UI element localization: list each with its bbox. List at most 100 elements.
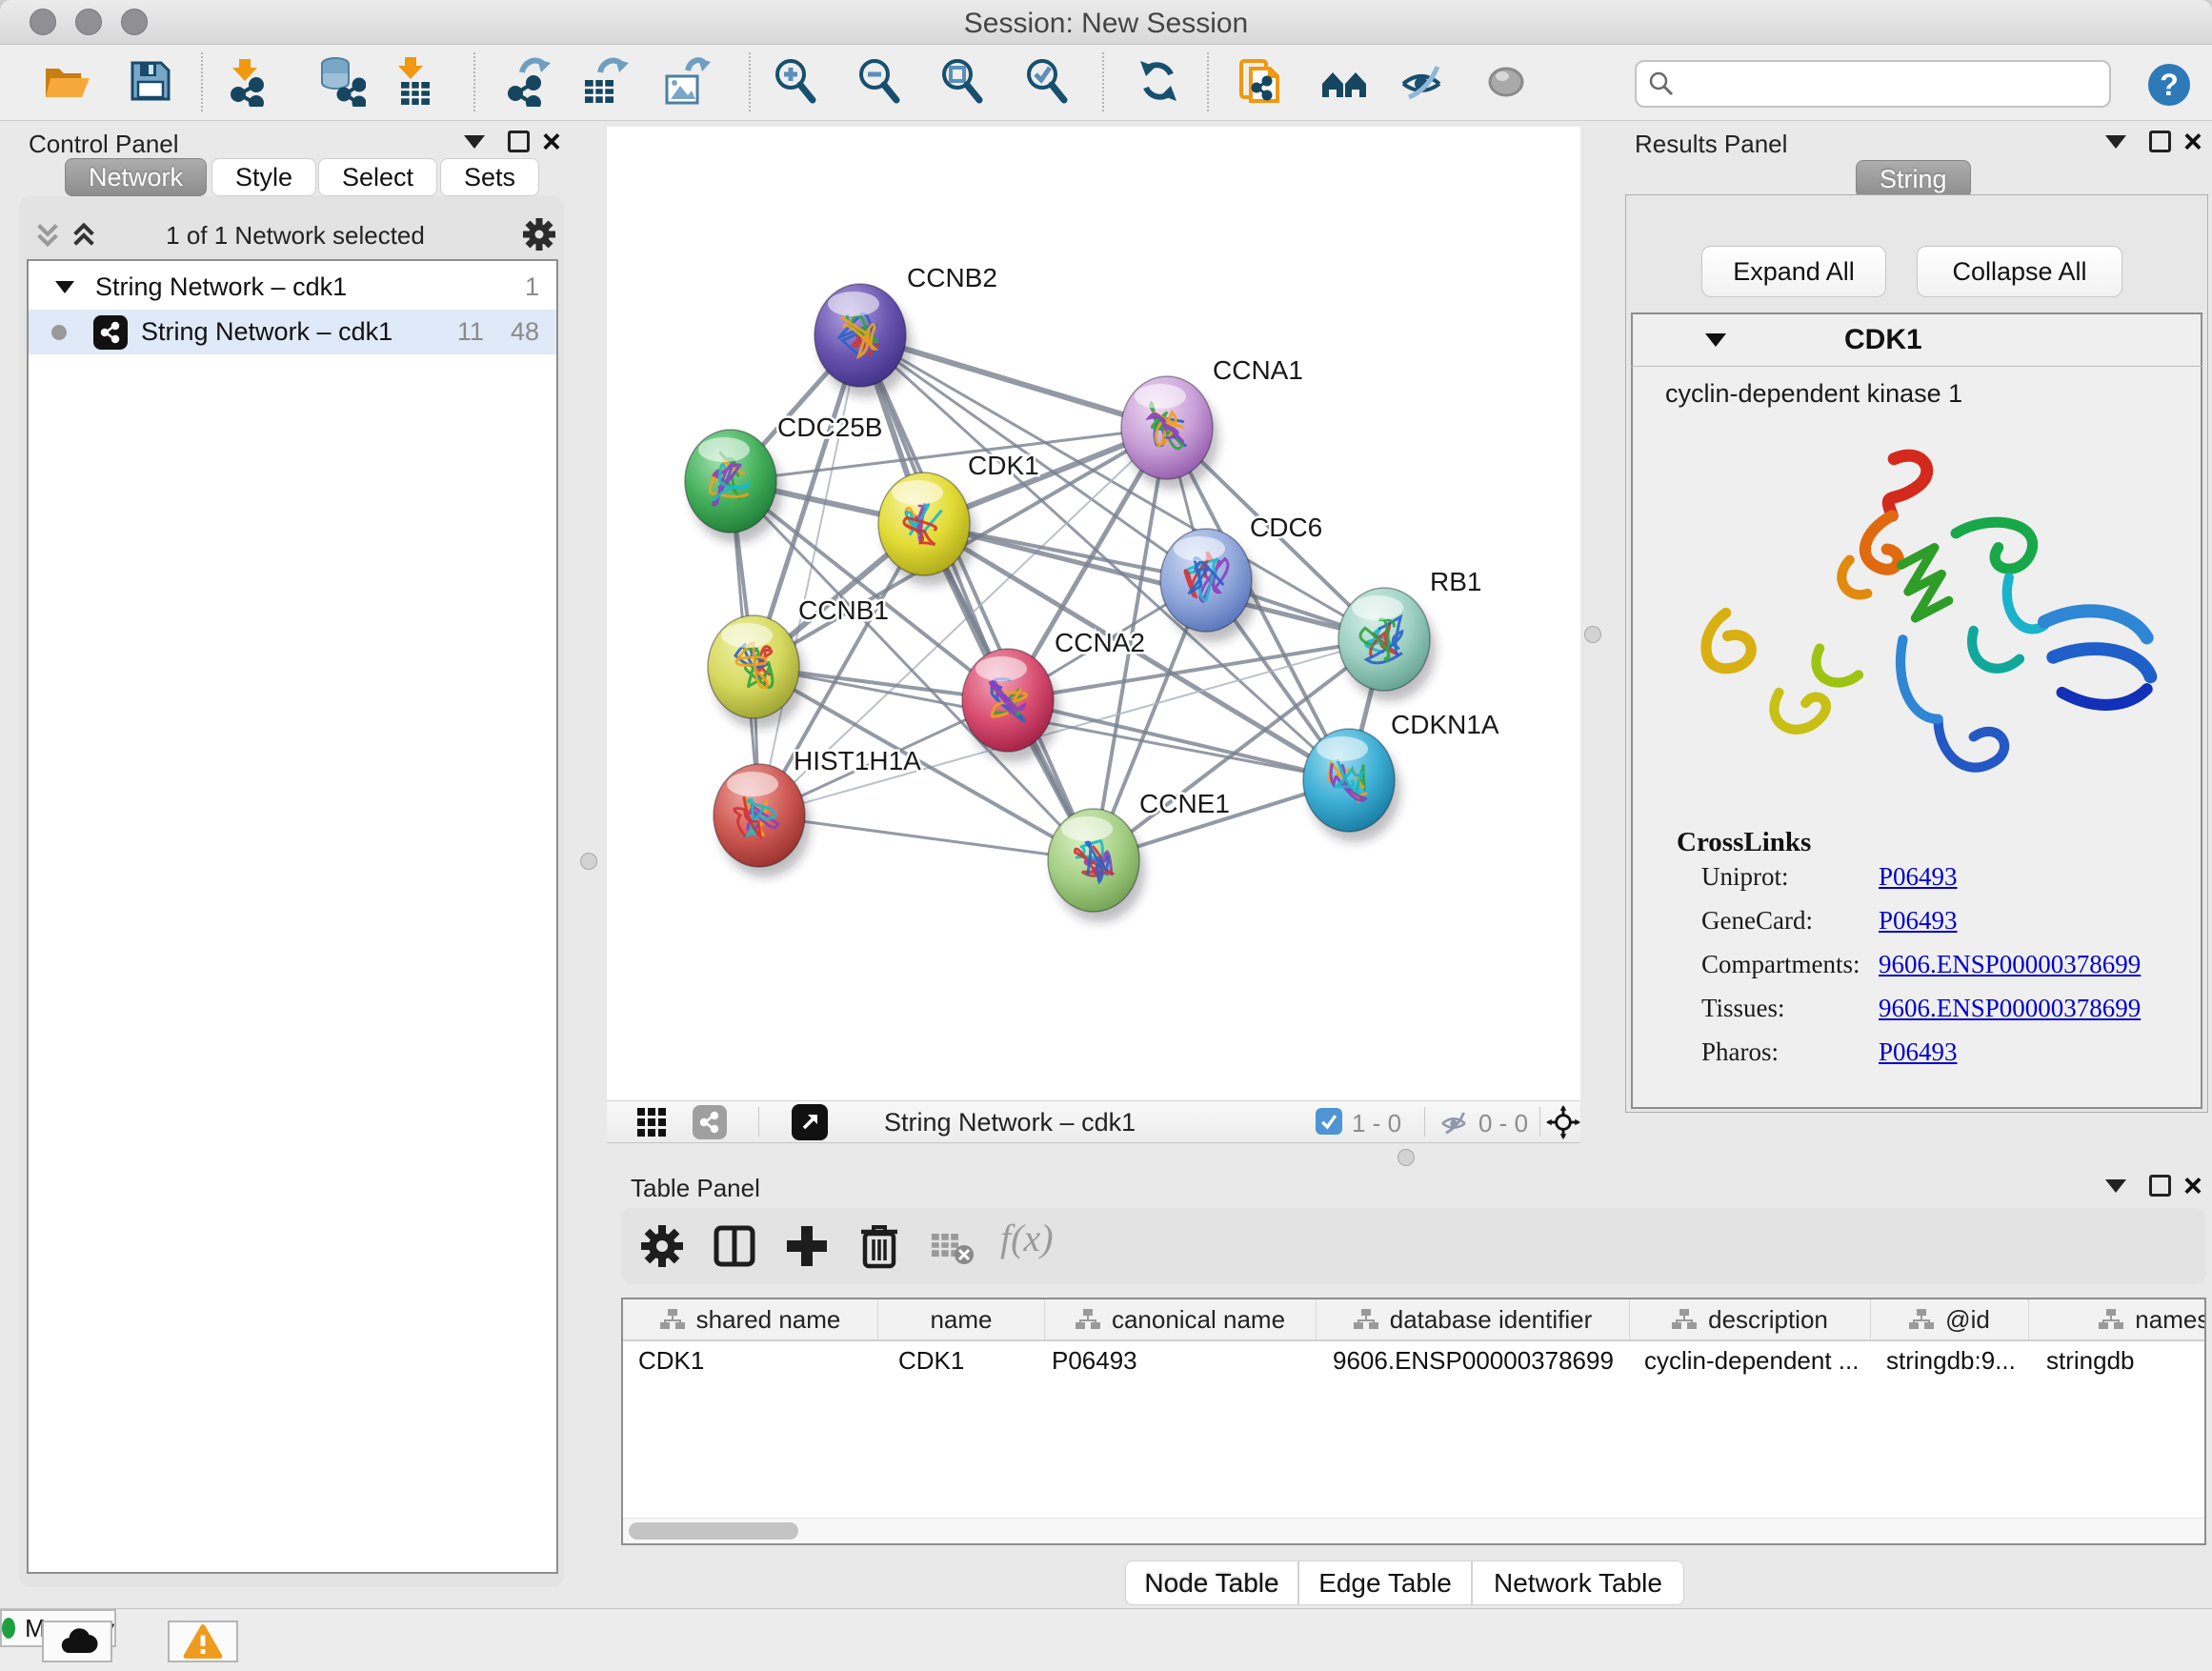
cell-database-identifier[interactable]: 9606.ENSP00000378699 xyxy=(1317,1339,1646,1381)
node-CDKN1A[interactable] xyxy=(1303,729,1400,842)
collapse-all-button[interactable]: Collapse All xyxy=(1917,246,2122,297)
memory-status-icon xyxy=(2,1618,15,1639)
results-panel-float-icon[interactable] xyxy=(2149,131,2171,152)
crosslink-pharos-link[interactable]: P06493 xyxy=(1879,1037,1958,1067)
table-toolbar: f(x) xyxy=(621,1208,2206,1284)
add-column-icon[interactable] xyxy=(781,1220,833,1272)
import-table-button[interactable] xyxy=(388,55,439,107)
export-table-button[interactable] xyxy=(577,55,629,107)
import-network-database-button[interactable] xyxy=(314,55,366,107)
apply-function-button[interactable]: f(x) xyxy=(1000,1216,1054,1260)
delete-table-icon[interactable] xyxy=(926,1220,977,1272)
control-panel-float-icon[interactable] xyxy=(508,131,530,152)
crosslink-compartments-link[interactable]: 9606.ENSP00000378699 xyxy=(1879,950,2141,979)
left-splitter-handle[interactable] xyxy=(580,853,597,870)
table-options-gear-icon[interactable] xyxy=(636,1220,688,1272)
gene-expand-icon[interactable] xyxy=(1705,333,1726,347)
expand-all-button[interactable]: Expand All xyxy=(1701,246,1886,297)
node-CCNE1[interactable] xyxy=(1048,809,1145,922)
network-share-view-icon[interactable] xyxy=(693,1105,727,1139)
node-CDK1[interactable] xyxy=(878,473,975,586)
search-input[interactable] xyxy=(1677,69,2100,100)
tab-node-table[interactable]: Node Table xyxy=(1125,1560,1298,1605)
help-button[interactable]: ? xyxy=(2148,64,2190,106)
node-CCNA1[interactable] xyxy=(1121,376,1218,490)
network-collection-row[interactable]: String Network – cdk1 1 xyxy=(29,265,556,310)
collapse-all-networks-icon[interactable] xyxy=(34,223,61,248)
node-RB1[interactable] xyxy=(1338,588,1436,701)
cloud-status-button[interactable] xyxy=(42,1621,112,1662)
export-network-button[interactable] xyxy=(499,55,551,107)
crosslink-tissues-link[interactable]: 9606.ENSP00000378699 xyxy=(1879,994,2141,1023)
cell--id[interactable]: stringdb:9... xyxy=(1871,1339,2044,1381)
results-panel-close-icon[interactable]: × xyxy=(2183,132,2202,151)
crosslink-uniprot-link[interactable]: P06493 xyxy=(1879,862,1958,892)
tab-string[interactable]: String xyxy=(1856,160,1971,198)
tab-network[interactable]: Network xyxy=(65,158,207,196)
hidden-eye-icon[interactable] xyxy=(1438,1108,1470,1137)
expand-all-networks-icon[interactable] xyxy=(70,223,97,248)
node-CCNB2[interactable] xyxy=(814,284,912,397)
cell-namespace[interactable]: stringdb xyxy=(2029,1339,2206,1381)
tab-style[interactable]: Style xyxy=(211,158,316,196)
control-panel-collapse-icon[interactable] xyxy=(464,135,485,149)
network-row[interactable]: String Network – cdk1 11 48 xyxy=(29,310,556,354)
tab-select[interactable]: Select xyxy=(318,158,437,196)
column-header-database-identifier[interactable]: database identifier xyxy=(1317,1299,1630,1339)
import-network-file-button[interactable] xyxy=(222,55,273,107)
node-CCNA2[interactable] xyxy=(962,649,1059,762)
open-session-button[interactable] xyxy=(40,55,91,107)
cell-description[interactable]: cyclin-dependent ... xyxy=(1630,1339,1885,1381)
edge-CCNB2-HIST1H1A[interactable] xyxy=(759,335,860,815)
column-header-canonical-name[interactable]: canonical name xyxy=(1045,1299,1317,1339)
node-CDC6[interactable] xyxy=(1160,529,1257,642)
zoom-in-button[interactable] xyxy=(770,55,821,107)
save-session-button[interactable] xyxy=(125,55,176,107)
table-panel-close-icon[interactable]: × xyxy=(2183,1177,2202,1196)
birdseye-crosshair-icon[interactable] xyxy=(1546,1105,1580,1139)
crosslink-genecard-link[interactable]: P06493 xyxy=(1879,906,1958,936)
string-copy-network-button[interactable] xyxy=(1234,55,1285,107)
column-header-name[interactable]: name xyxy=(878,1299,1045,1339)
zoom-out-button[interactable] xyxy=(854,55,905,107)
table-panel-collapse-icon[interactable] xyxy=(2105,1179,2126,1193)
first-neighbors-button[interactable] xyxy=(1318,55,1370,107)
delete-column-icon[interactable] xyxy=(854,1220,905,1272)
results-panel-collapse-icon[interactable] xyxy=(2105,135,2126,149)
warning-status-button[interactable] xyxy=(168,1621,238,1662)
tab-network-table[interactable]: Network Table xyxy=(1472,1560,1684,1605)
tab-edge-table[interactable]: Edge Table xyxy=(1298,1560,1472,1605)
zoom-fit-button[interactable] xyxy=(936,55,988,107)
tab-sets[interactable]: Sets xyxy=(440,158,539,196)
network-options-gear-icon[interactable] xyxy=(522,217,556,252)
column-header--id[interactable]: @id xyxy=(1871,1299,2029,1339)
hide-selected-icon[interactable] xyxy=(1396,55,1447,107)
edge-CCNB2-CCNE1[interactable] xyxy=(860,335,1094,860)
refresh-button[interactable] xyxy=(1133,55,1184,107)
table-horizontal-scrollbar[interactable] xyxy=(623,1518,2204,1543)
cell-canonical-name[interactable]: P06493 xyxy=(1045,1339,1323,1381)
control-panel-close-icon[interactable]: × xyxy=(542,132,561,151)
cell-name[interactable]: CDK1 xyxy=(878,1339,1065,1381)
export-image-button[interactable] xyxy=(659,55,711,107)
network-view-canvas[interactable]: CCNB2CCNA1CDC25BCDK1CDC6RB1CCNB1CCNA2CDK… xyxy=(607,127,1580,1100)
bottom-splitter-handle[interactable] xyxy=(1398,1149,1415,1166)
status-bar: Memory xyxy=(0,1608,2212,1671)
column-header-description[interactable]: description xyxy=(1630,1299,1871,1339)
gene-header-row[interactable]: CDK1 xyxy=(1631,314,2202,367)
right-splitter-handle[interactable] xyxy=(1584,626,1601,643)
network-selection-status: 1 of 1 Network selected xyxy=(114,221,476,251)
cell-shared-name[interactable]: CDK1 xyxy=(623,1339,894,1381)
show-columns-icon[interactable] xyxy=(709,1220,760,1272)
collection-expand-icon[interactable] xyxy=(55,281,74,293)
export-view-icon[interactable] xyxy=(792,1104,828,1140)
column-header-namespace[interactable]: namespace xyxy=(2029,1299,2206,1339)
scrollbar-thumb[interactable] xyxy=(629,1522,798,1540)
node-CDC25B[interactable] xyxy=(685,430,782,543)
zoom-selected-button[interactable] xyxy=(1021,55,1073,107)
table-panel-float-icon[interactable] xyxy=(2149,1175,2171,1197)
column-header-shared-name[interactable]: shared name xyxy=(623,1299,878,1339)
show-all-icon[interactable] xyxy=(1480,55,1532,107)
selected-nodes-checkbox-icon[interactable] xyxy=(1316,1108,1342,1135)
grid-view-icon[interactable] xyxy=(637,1108,666,1137)
